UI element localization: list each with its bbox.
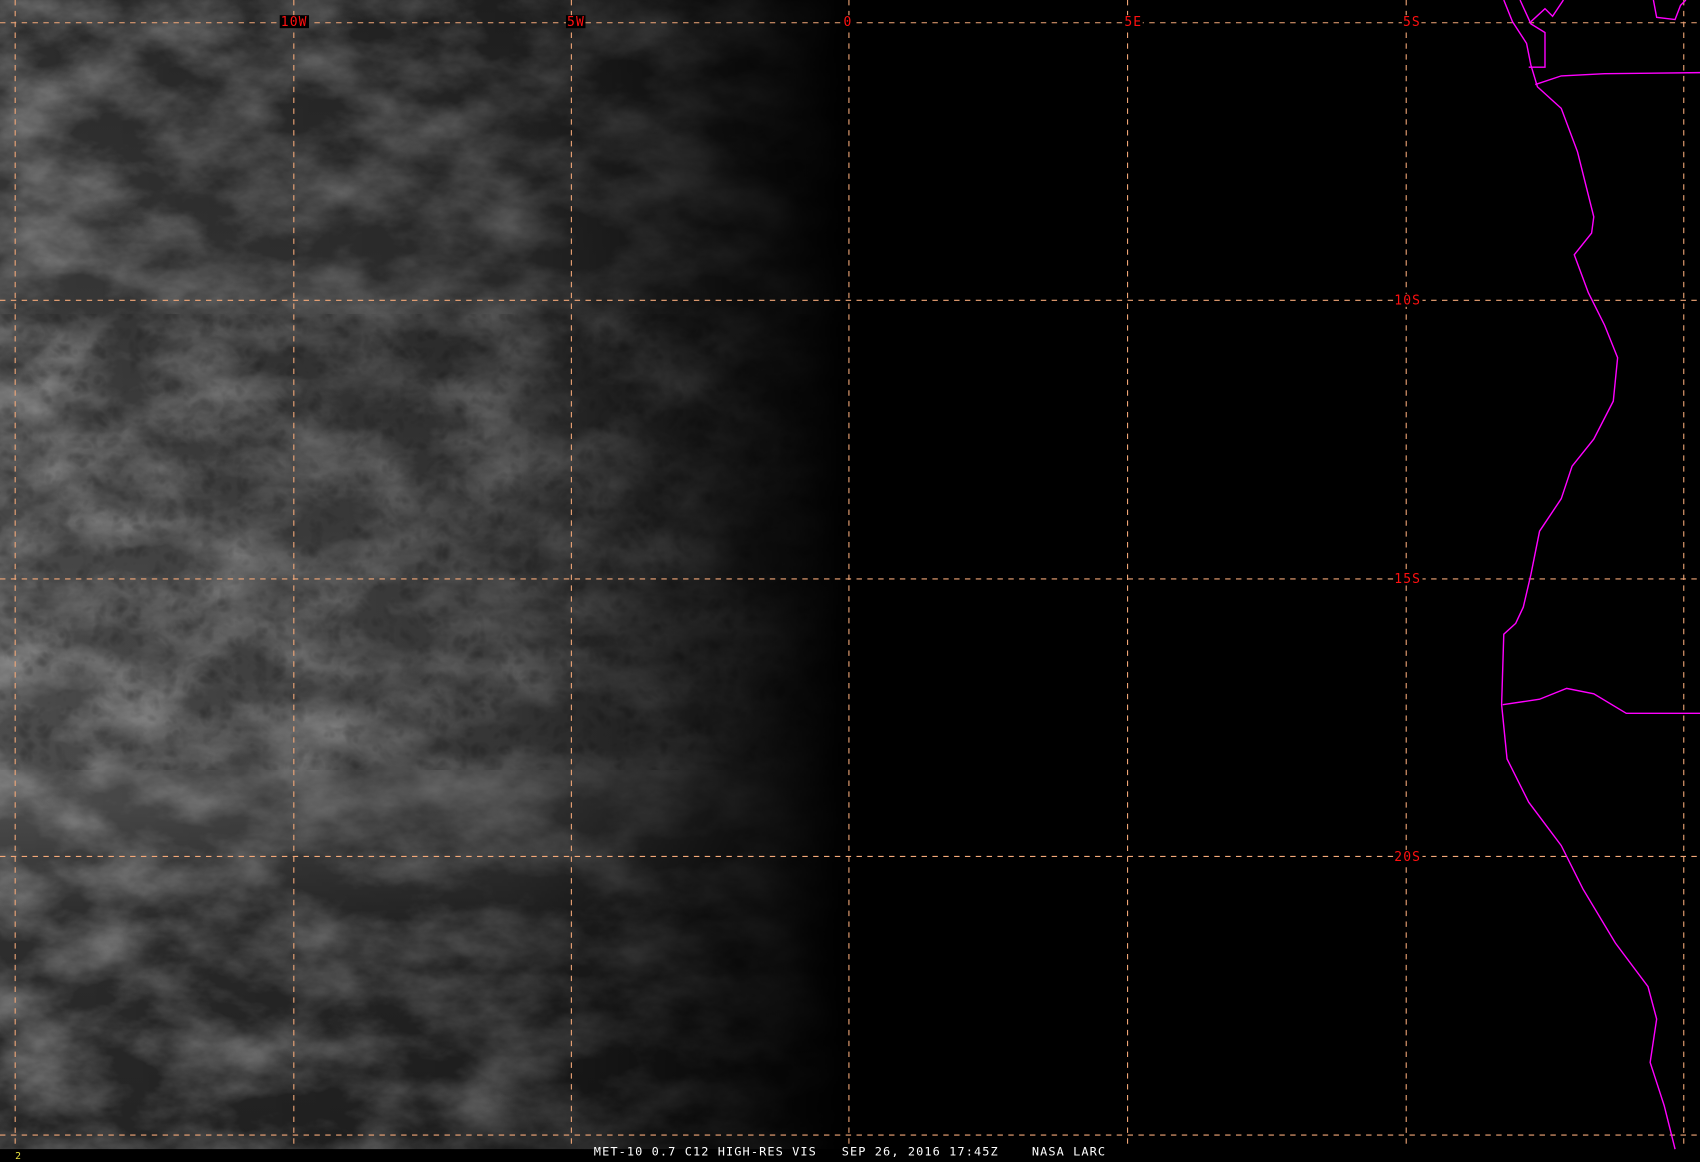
- latitude-label-20s: 20S: [1393, 848, 1423, 865]
- image-caption: MET-10 0.7 C12 HIGH-RES VIS SEP 26, 2016…: [593, 1144, 1107, 1159]
- longitude-label-5w: 5W: [565, 14, 586, 30]
- longitude-label-5e: 5E: [1123, 14, 1144, 30]
- coastline: [1500, 0, 1700, 1150]
- latitude-label-15s: 15S: [1393, 571, 1423, 587]
- satellite-map: [0, 0, 1700, 1150]
- satellite-image-viewer: 10W 5W 0 5E 5S 10S 15S 20S 2 MET-10 0.7 …: [0, 0, 1700, 1162]
- longitude-label-0: 0: [842, 14, 854, 30]
- latitude-label-10s: 10S: [1393, 292, 1423, 308]
- longitude-label-10w: 10W: [279, 14, 309, 30]
- latitude-label-5s: 5S: [1401, 14, 1422, 30]
- cloud-imagery: [0, 0, 849, 1150]
